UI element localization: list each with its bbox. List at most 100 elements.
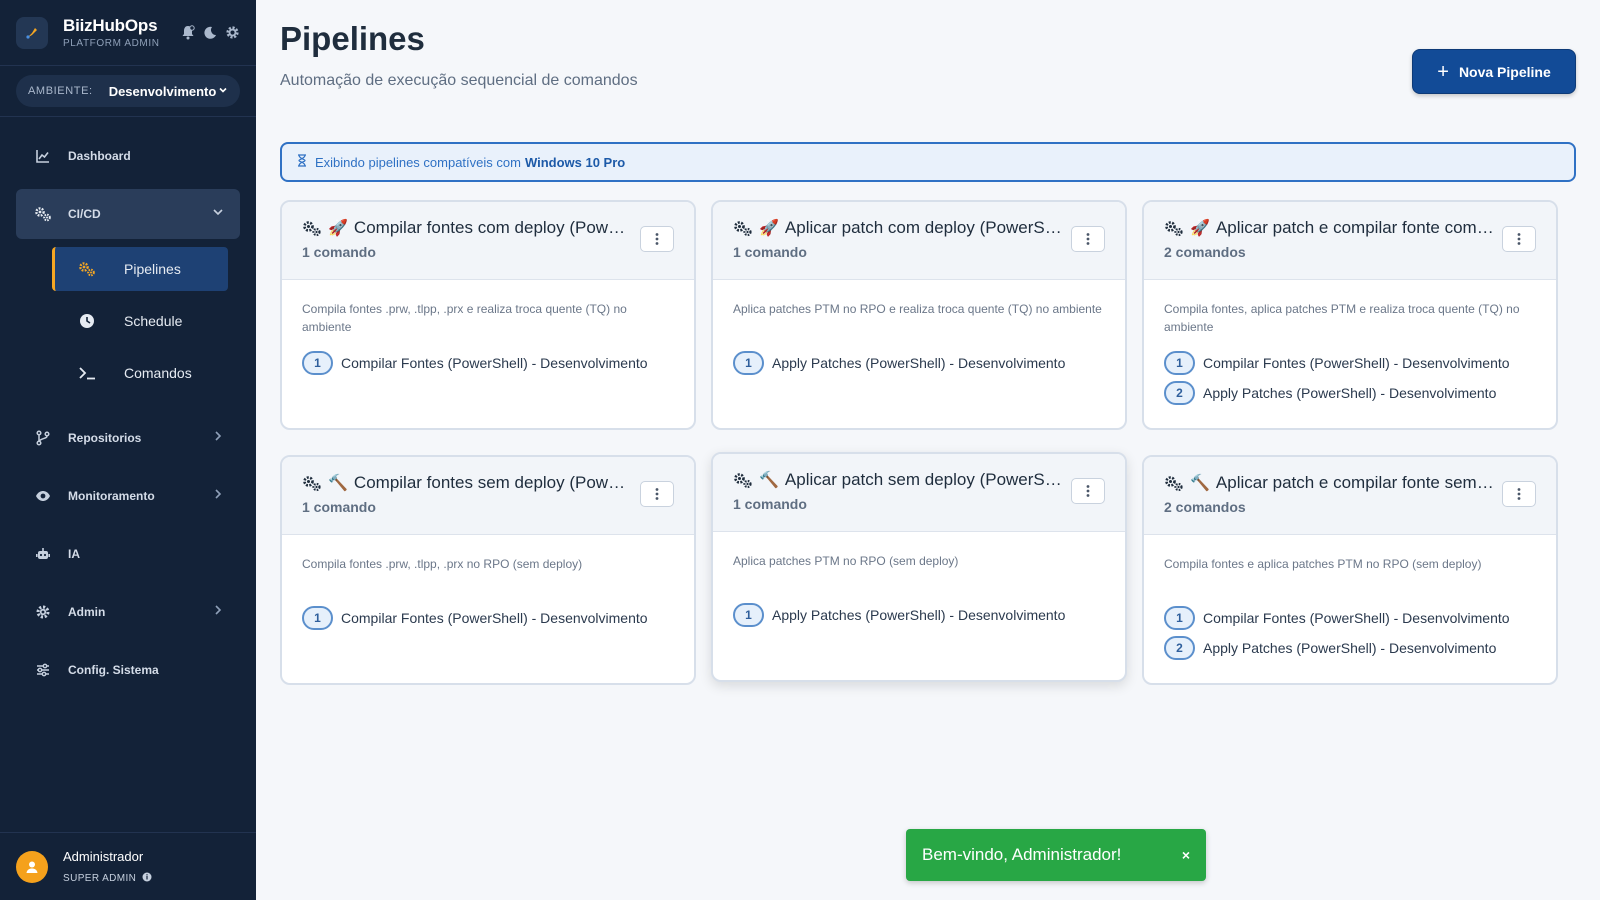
card-header: 🚀 Aplicar patch e compilar fonte com dep… xyxy=(1144,202,1556,280)
plus-icon: + xyxy=(1437,60,1449,83)
nav-repositorios[interactable]: Repositorios xyxy=(0,413,256,463)
card-title: 🚀 Aplicar patch com deploy (PowerShell) xyxy=(733,218,1063,238)
close-icon[interactable]: × xyxy=(1182,847,1190,863)
step-list: 1 Apply Patches (PowerShell) - Desenvolv… xyxy=(733,348,1105,378)
pipeline-card[interactable]: 🚀 Aplicar patch com deploy (PowerShell) … xyxy=(711,200,1127,430)
clock-icon xyxy=(78,312,96,330)
nav-cicd[interactable]: CI/CD xyxy=(16,189,240,239)
card-description: Compila fontes e aplica patches PTM no R… xyxy=(1164,557,1482,571)
card-menu-button[interactable] xyxy=(1071,226,1105,252)
pipeline-card[interactable]: 🔨 Aplicar patch sem deploy (PowerShell) … xyxy=(711,452,1127,682)
nav-admin[interactable]: Admin xyxy=(0,587,256,637)
card-menu-button[interactable] xyxy=(640,481,674,507)
page-subtitle: Automação de execução sequencial de coma… xyxy=(280,72,638,89)
pipeline-step: 2 Apply Patches (PowerShell) - Desenvolv… xyxy=(1164,378,1536,408)
card-emoji-icon: 🚀 xyxy=(328,220,348,237)
card-menu-button[interactable] xyxy=(1502,226,1536,252)
nav-schedule-label: Schedule xyxy=(124,313,183,329)
gear-icon xyxy=(34,603,52,621)
card-title-text: Compilar fontes com deploy (PowerShell) xyxy=(353,218,632,237)
card-description: Aplica patches PTM no RPO e realiza troc… xyxy=(733,302,1102,316)
nav-config-sistema[interactable]: Config. Sistema xyxy=(0,645,256,695)
nav-monitoramento-label: Monitoramento xyxy=(68,489,155,503)
new-pipeline-button-label: Nova Pipeline xyxy=(1458,63,1551,80)
nav-monitoramento[interactable]: Monitoramento xyxy=(0,471,256,521)
gear-icon[interactable] xyxy=(224,25,240,41)
nav-dashboard[interactable]: Dashboard xyxy=(0,131,256,181)
gears-icon xyxy=(302,220,322,237)
card-emoji-icon: 🔨 xyxy=(328,475,348,492)
command-count: 2 comandos xyxy=(1164,499,1246,515)
info-circle-icon[interactable] xyxy=(142,872,152,885)
user-panel[interactable]: Administrador SUPER ADMIN xyxy=(0,832,256,900)
chevron-down-icon xyxy=(218,82,228,100)
nav-config-sistema-label: Config. Sistema xyxy=(68,663,159,677)
card-header: 🔨 Compilar fontes sem deploy (PowerShell… xyxy=(282,457,694,535)
card-body: Compila fontes e aplica patches PTM no R… xyxy=(1144,535,1556,663)
os-name: Windows 10 Pro xyxy=(524,154,626,170)
pipeline-card[interactable]: 🚀 Compilar fontes com deploy (PowerShell… xyxy=(280,200,696,430)
card-body: Aplica patches PTM no RPO (sem deploy) 1… xyxy=(713,532,1125,630)
nav-ia[interactable]: IA xyxy=(0,529,256,579)
card-header: 🔨 Aplicar patch e compilar fonte sem dep… xyxy=(1144,457,1556,535)
card-title: 🚀 Compilar fontes com deploy (PowerShell… xyxy=(302,218,632,238)
brand-logo-icon[interactable] xyxy=(16,16,48,49)
nav-comandos[interactable]: Comandos xyxy=(52,351,228,395)
card-title: 🔨 Aplicar patch sem deploy (PowerShell) xyxy=(733,470,1063,490)
nav-schedule[interactable]: Schedule xyxy=(52,299,228,343)
card-header: 🚀 Aplicar patch com deploy (PowerShell) … xyxy=(713,202,1125,280)
pipeline-card[interactable]: 🚀 Aplicar patch e compilar fonte com dep… xyxy=(1142,200,1558,430)
pipeline-card[interactable]: 🔨 Compilar fontes sem deploy (PowerShell… xyxy=(280,455,696,685)
step-list: 1 Compilar Fontes (PowerShell) - Desenvo… xyxy=(1164,603,1536,663)
brand-subtitle: PLATFORM ADMIN xyxy=(63,38,160,49)
environment-select[interactable]: AMBIENTE: Desenvolvimento xyxy=(16,75,240,107)
nav-cicd-label: CI/CD xyxy=(68,207,101,221)
command-count: 1 comando xyxy=(733,244,807,260)
cicd-submenu: Pipelines Schedule Comandos xyxy=(0,247,256,395)
step-label: Compilar Fontes (PowerShell) - Desenvolv… xyxy=(1203,610,1510,626)
bell-icon[interactable] xyxy=(180,25,196,41)
step-label: Compilar Fontes (PowerShell) - Desenvolv… xyxy=(341,610,648,626)
card-title-text: Aplicar patch e compilar fonte sem deplo… xyxy=(1215,473,1494,492)
gears-icon xyxy=(1164,220,1184,237)
card-emoji-icon: 🔨 xyxy=(759,472,779,489)
card-title-text: Compilar fontes sem deploy (PowerShell) xyxy=(353,473,632,492)
gears-icon xyxy=(1164,475,1184,492)
gears-icon xyxy=(302,475,322,492)
pipeline-card[interactable]: 🔨 Aplicar patch e compilar fonte sem dep… xyxy=(1142,455,1558,685)
kebab-menu-icon xyxy=(1517,233,1521,245)
chevron-right-icon xyxy=(212,430,224,445)
step-list: 1 Compilar Fontes (PowerShell) - Desenvo… xyxy=(302,348,674,378)
user-role: SUPER ADMIN xyxy=(63,872,152,885)
pipeline-step: 1 Compilar Fontes (PowerShell) - Desenvo… xyxy=(1164,348,1536,378)
kebab-menu-icon xyxy=(655,233,659,245)
git-branch-icon xyxy=(34,429,52,447)
gears-icon xyxy=(34,205,52,223)
nav-pipelines[interactable]: Pipelines xyxy=(52,247,228,291)
step-label: Apply Patches (PowerShell) - Desenvolvim… xyxy=(1203,640,1497,656)
kebab-menu-icon xyxy=(655,488,659,500)
nav-dashboard-label: Dashboard xyxy=(68,149,131,163)
environment-label: AMBIENTE: xyxy=(28,85,93,97)
card-menu-button[interactable] xyxy=(640,226,674,252)
card-menu-button[interactable] xyxy=(1071,478,1105,504)
os-compatibility-banner: Exibindo pipelines compatíveis com Windo… xyxy=(280,142,1576,182)
step-list: 1 Compilar Fontes (PowerShell) - Desenvo… xyxy=(302,603,674,633)
step-label: Compilar Fontes (PowerShell) - Desenvolv… xyxy=(1203,355,1510,371)
pipeline-step: 1 Apply Patches (PowerShell) - Desenvolv… xyxy=(733,348,1105,378)
nav-pipelines-label: Pipelines xyxy=(124,261,181,277)
card-menu-button[interactable] xyxy=(1502,481,1536,507)
page-title: Pipelines xyxy=(280,20,425,57)
pipeline-step: 1 Apply Patches (PowerShell) - Desenvolv… xyxy=(733,600,1105,630)
card-title: 🚀 Aplicar patch e compilar fonte com dep… xyxy=(1164,218,1494,238)
nav-admin-label: Admin xyxy=(68,605,106,619)
os-banner-text: Exibindo pipelines compatíveis com xyxy=(315,154,521,170)
main-nav: Dashboard CI/CD Pipelines Schedule Coman… xyxy=(0,117,256,695)
new-pipeline-button[interactable]: + Nova Pipeline xyxy=(1412,49,1576,94)
step-number: 1 xyxy=(302,351,333,375)
card-description: Aplica patches PTM no RPO (sem deploy) xyxy=(733,554,959,568)
command-count: 1 comando xyxy=(733,496,807,512)
moon-icon[interactable] xyxy=(202,25,218,41)
pipeline-step: 2 Apply Patches (PowerShell) - Desenvolv… xyxy=(1164,633,1536,663)
terminal-icon xyxy=(78,364,96,382)
